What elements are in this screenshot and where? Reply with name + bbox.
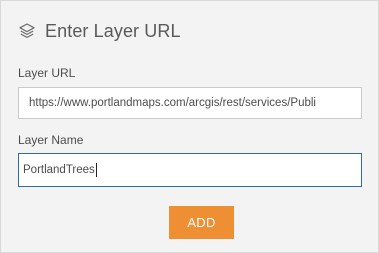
layers-icon — [18, 22, 36, 40]
panel-title: Enter Layer URL — [45, 20, 181, 41]
text-caret — [95, 163, 97, 177]
panel-header: Enter Layer URL — [18, 18, 181, 44]
layer-name-input[interactable]: PortlandTrees — [18, 153, 362, 187]
layer-name-label: Layer Name — [18, 133, 84, 147]
layer-url-input[interactable]: https://www.portlandmaps.com/arcgis/rest… — [18, 87, 362, 119]
layer-url-value: https://www.portlandmaps.com/arcgis/rest… — [29, 97, 316, 109]
layer-url-label: Layer URL — [18, 66, 76, 80]
layer-name-value: PortlandTrees — [23, 164, 95, 176]
enter-layer-url-panel: Enter Layer URL Layer URL https://www.po… — [0, 0, 379, 253]
add-button[interactable]: ADD — [169, 206, 234, 239]
